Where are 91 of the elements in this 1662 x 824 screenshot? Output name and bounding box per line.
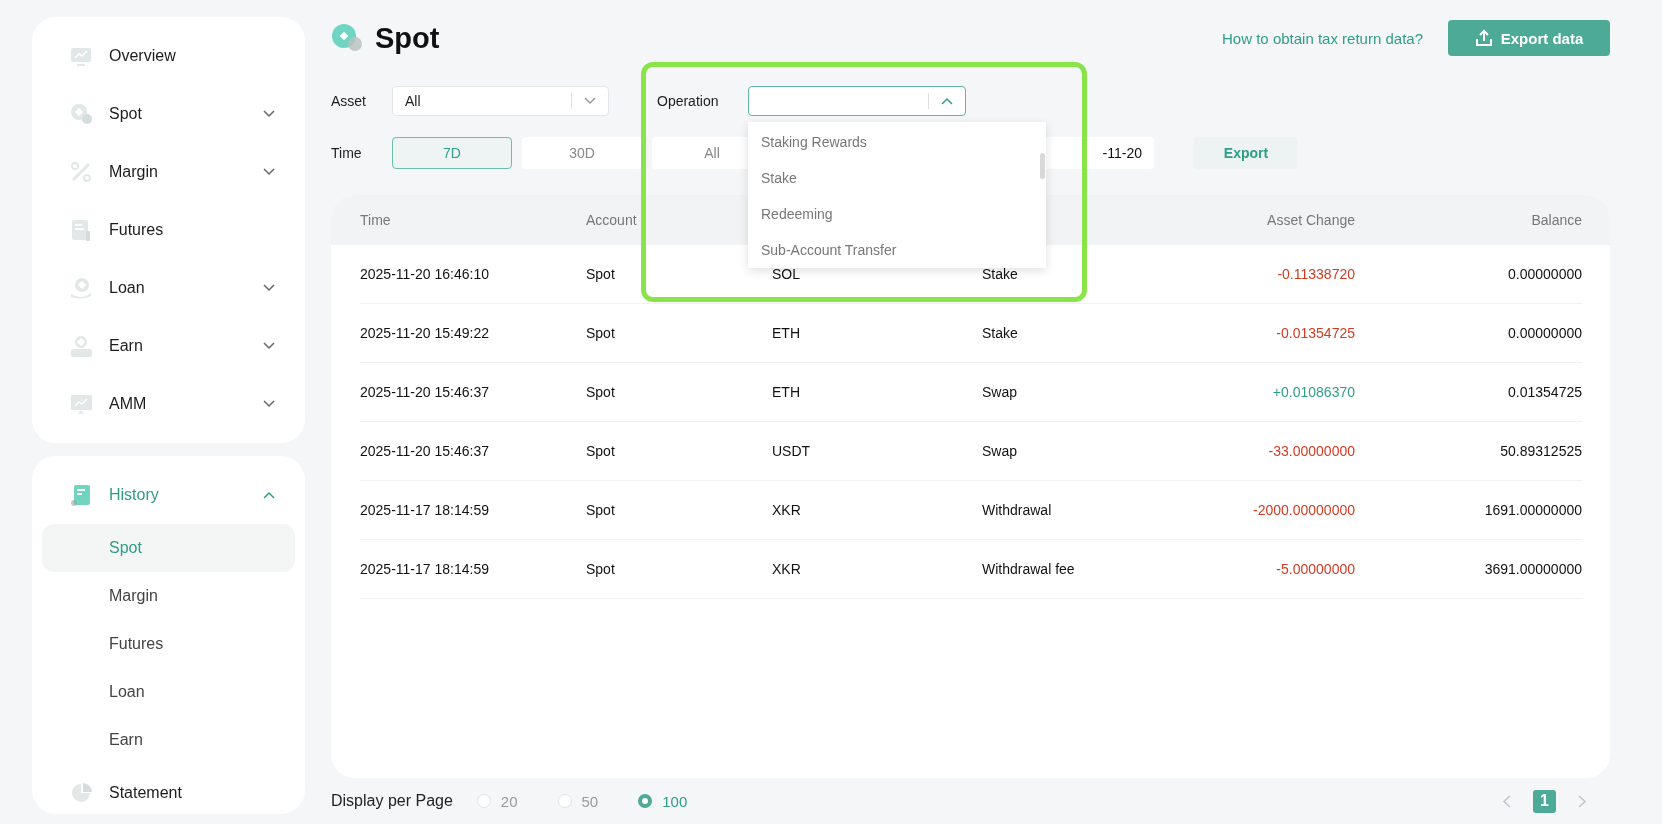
table-cell-text: ETH bbox=[772, 325, 801, 341]
chevron-right-icon[interactable] bbox=[1578, 794, 1586, 808]
table-cell-text: 3691.00000000 bbox=[1483, 561, 1582, 577]
page-title: Spot bbox=[375, 21, 440, 55]
per-page-label: Display per Page bbox=[331, 792, 453, 810]
dropdown-option[interactable]: Redeeming bbox=[748, 196, 1046, 232]
table-cell-text: Spot bbox=[586, 443, 616, 459]
sidebar-item[interactable]: Margin bbox=[32, 143, 305, 201]
monitor-icon bbox=[70, 393, 92, 415]
time-range-tab[interactable]: 7D bbox=[392, 137, 512, 169]
percent-icon bbox=[70, 161, 92, 183]
chevron-icon bbox=[584, 97, 596, 105]
coins-icon bbox=[70, 103, 92, 125]
chart-icon bbox=[70, 45, 92, 67]
table-cell-text: Spot bbox=[586, 561, 616, 577]
table-cell-text: 1691.00000000 bbox=[1483, 502, 1582, 518]
time-range-tab[interactable]: 30D bbox=[522, 137, 642, 169]
table-cell-text: 0.01354725 bbox=[1507, 384, 1582, 400]
chevron-icon bbox=[941, 97, 953, 105]
table-cell-text: 2025-11-20 15:46:37 bbox=[360, 443, 490, 459]
sidebar-item[interactable]: AMM bbox=[32, 375, 305, 433]
table-cell-text: XKR bbox=[772, 561, 802, 577]
export-data-button[interactable]: Export data bbox=[1448, 20, 1610, 56]
sidebar-subitem[interactable]: Margin bbox=[42, 572, 295, 620]
radio-button[interactable] bbox=[638, 794, 653, 808]
sidebar-item[interactable]: Spot bbox=[32, 85, 305, 143]
chevron-left-icon[interactable] bbox=[1503, 794, 1511, 808]
table-cell-text: -0.01354725 bbox=[1275, 325, 1355, 341]
dropdown-option[interactable]: Sub-Account Transfer bbox=[748, 232, 1046, 268]
column-header: Asset Change bbox=[1266, 212, 1355, 228]
table-cell-text: +0.01086370 bbox=[1271, 384, 1355, 400]
table-cell-text: 0.00000000 bbox=[1507, 266, 1582, 282]
option-label: 100 bbox=[662, 792, 688, 810]
asset-label: Asset bbox=[331, 93, 367, 109]
table-cell-text: Stake bbox=[982, 325, 1019, 341]
coin-icon bbox=[70, 277, 92, 299]
table-cell-text: 2025-11-20 15:46:37 bbox=[360, 384, 490, 400]
sidebar-subitem[interactable]: Earn bbox=[42, 716, 295, 764]
sidebar-item[interactable]: History bbox=[32, 466, 305, 524]
option-label: 20 bbox=[500, 792, 518, 810]
sidebar-item[interactable]: Loan bbox=[32, 259, 305, 317]
table-cell-text: USDT bbox=[772, 443, 812, 459]
table-cell-text: -5.00000000 bbox=[1275, 561, 1355, 577]
table-cell-text: SOL bbox=[772, 266, 801, 282]
table-cell-text: Spot bbox=[586, 266, 616, 282]
table-cell-text: Swap bbox=[982, 443, 1019, 459]
table-cell-text: XKR bbox=[772, 502, 802, 518]
scrollbar-thumb[interactable] bbox=[1040, 153, 1045, 179]
pie-chart-icon bbox=[70, 782, 92, 804]
coins-icon bbox=[331, 23, 365, 53]
help-link[interactable]: How to obtain tax return data? bbox=[1222, 29, 1423, 47]
coin-icon bbox=[70, 335, 92, 357]
select-field[interactable]: All bbox=[392, 86, 609, 116]
sidebar-subitem[interactable]: Loan bbox=[42, 668, 295, 716]
table-cell-text: Withdrawal fee bbox=[982, 561, 1076, 577]
sidebar-subitem[interactable]: Spot bbox=[42, 524, 295, 572]
table-cell-text: 50.89312525 bbox=[1499, 443, 1582, 459]
table-cell-text: Spot bbox=[586, 502, 616, 518]
table-cell-text: Withdrawal bbox=[982, 502, 1053, 518]
document-icon bbox=[70, 484, 92, 506]
table-cell-text: Spot bbox=[586, 384, 616, 400]
export-button[interactable]: Export bbox=[1194, 137, 1298, 169]
page-button[interactable]: 1 bbox=[1533, 789, 1556, 813]
table-cell-text: -0.11338720 bbox=[1276, 266, 1355, 282]
sidebar-subitem[interactable]: Futures bbox=[42, 620, 295, 668]
operation-label: Operation bbox=[657, 93, 720, 109]
table-cell-text: -2000.00000000 bbox=[1252, 502, 1355, 518]
table-cell-text: ETH bbox=[772, 384, 801, 400]
select-field[interactable] bbox=[748, 86, 966, 116]
option-label: 50 bbox=[581, 792, 599, 810]
table-cell-text: 2025-11-20 15:49:22 bbox=[360, 325, 490, 341]
table-cell-text: Stake bbox=[982, 266, 1019, 282]
table-cell-text: 0.00000000 bbox=[1507, 325, 1582, 341]
document-icon bbox=[70, 219, 92, 241]
per-page-option[interactable]: 100 bbox=[638, 792, 688, 810]
sidebar-item[interactable]: Statement bbox=[32, 764, 305, 822]
table-cell-text: Swap bbox=[982, 384, 1019, 400]
table-cell-text: 2025-11-20 16:46:10 bbox=[360, 266, 490, 282]
per-page-option[interactable]: 50 bbox=[557, 792, 599, 810]
time-label: Time bbox=[331, 145, 363, 161]
per-page-option[interactable]: 20 bbox=[476, 792, 518, 810]
table-cell-text: -33.00000000 bbox=[1267, 443, 1355, 459]
sidebar-item[interactable]: Overview bbox=[32, 27, 305, 85]
table-cell-text: Spot bbox=[586, 325, 616, 341]
column-header: Time bbox=[360, 212, 392, 228]
table-cell-text: 2025-11-17 18:14:59 bbox=[360, 502, 490, 518]
sidebar-item[interactable]: Earn bbox=[32, 317, 305, 375]
column-header: Balance bbox=[1530, 212, 1582, 228]
table-cell-text: 2025-11-17 18:14:59 bbox=[360, 561, 490, 577]
upload-icon bbox=[1474, 29, 1493, 47]
sidebar-item[interactable]: Futures bbox=[32, 201, 305, 259]
